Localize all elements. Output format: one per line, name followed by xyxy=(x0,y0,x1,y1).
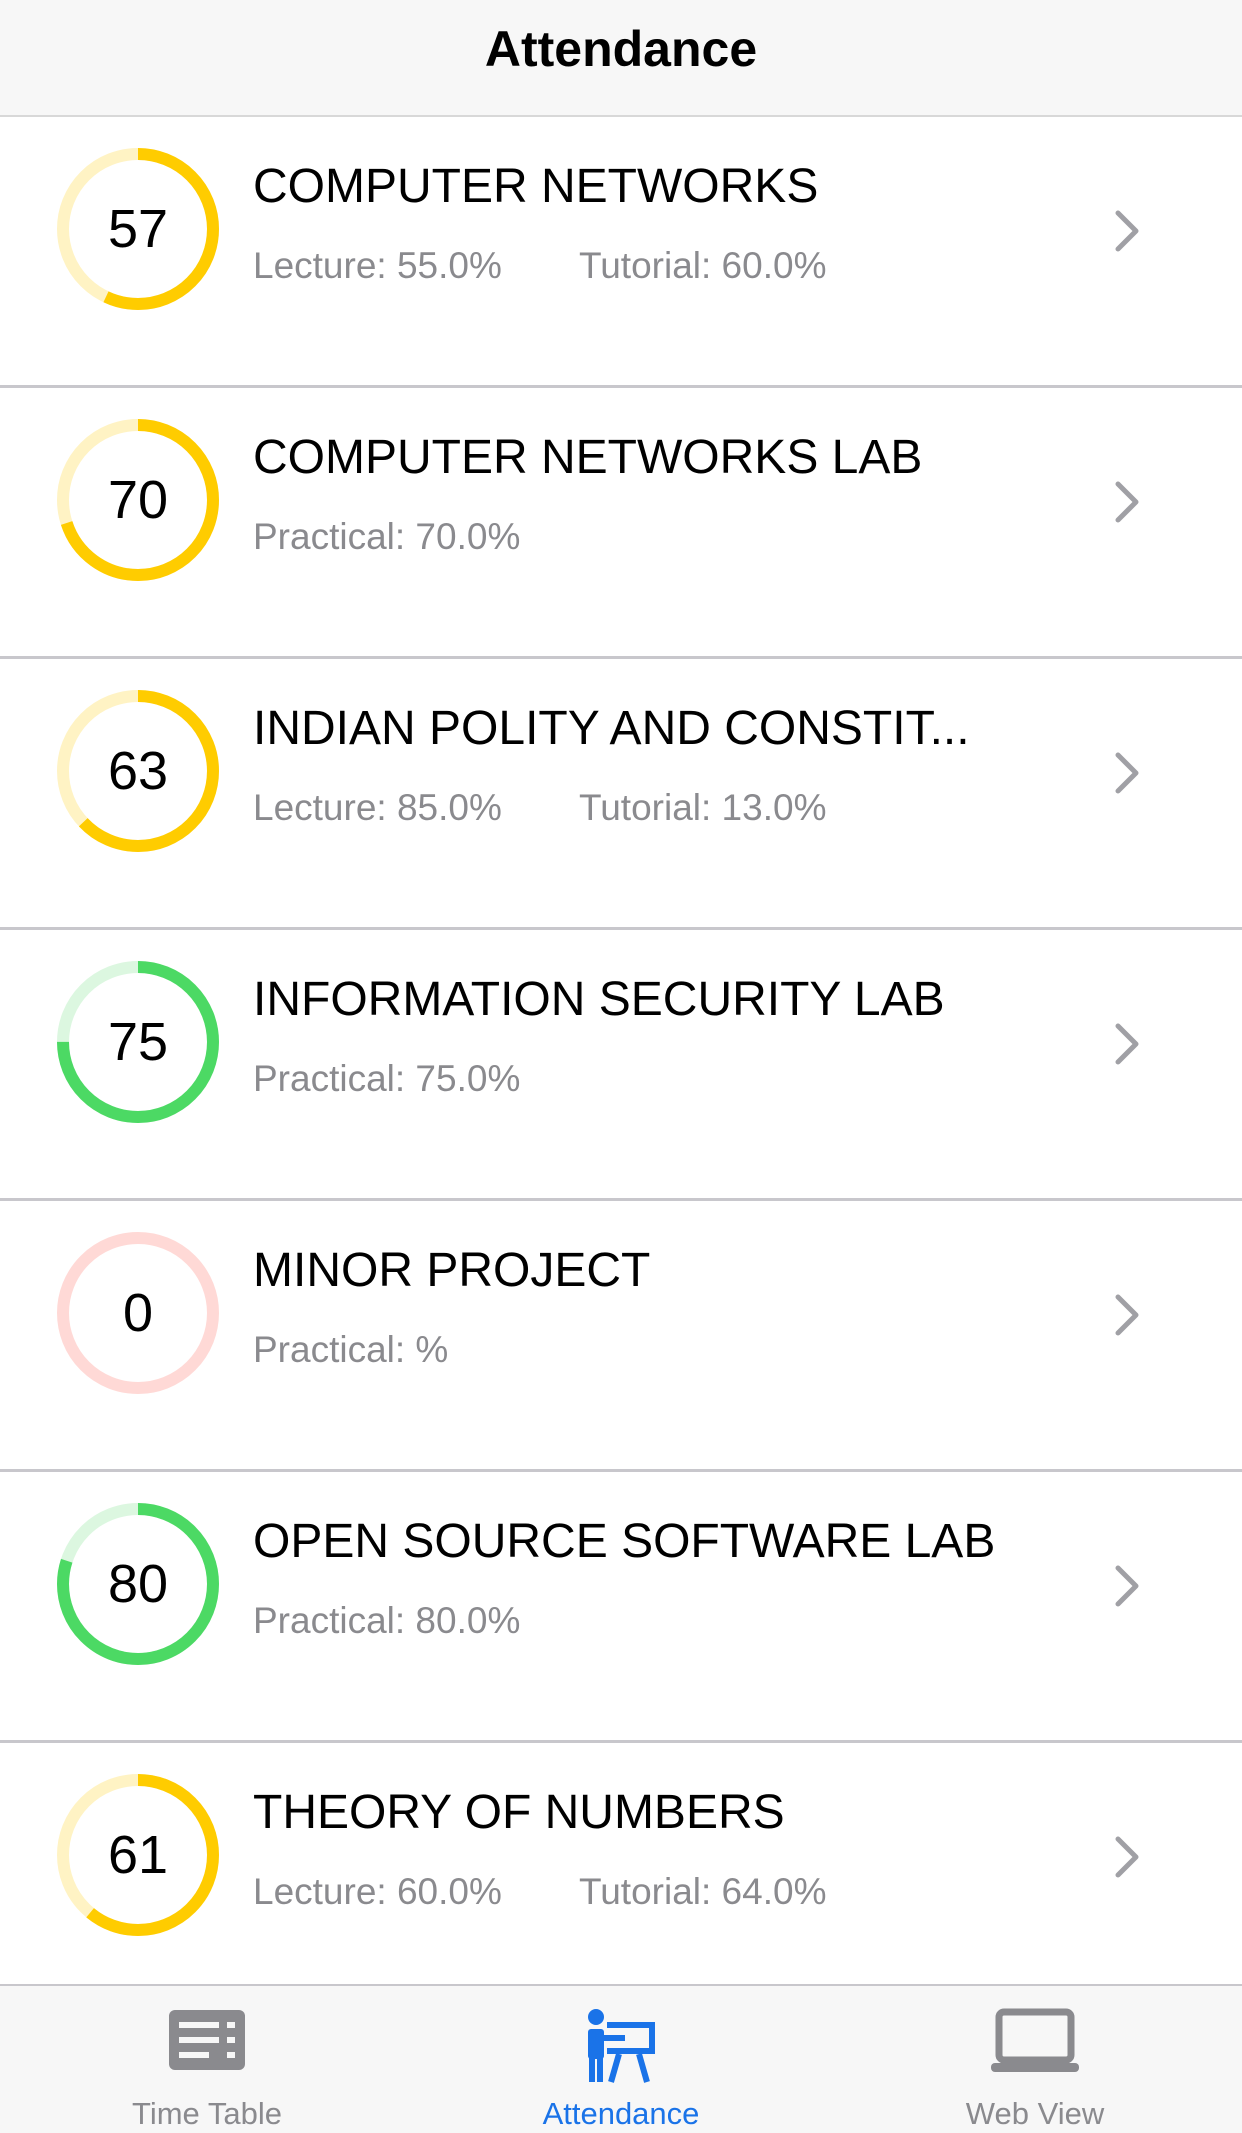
chevron-right-icon xyxy=(1114,1293,1140,1337)
attendance-ring: 63 xyxy=(54,687,222,855)
attendance-percent: 75 xyxy=(107,1012,169,1072)
attendance-row[interactable]: 80 OPEN SOURCE SOFTWARE LAB Practical: 80.… xyxy=(0,1472,1242,1743)
attendance-detail-primary: Practical: 75.0% xyxy=(253,1058,521,1099)
tab-label: Attendance xyxy=(542,2096,700,2131)
attendance-percent: 57 xyxy=(107,199,169,259)
subject-name: MINOR PROJECT xyxy=(253,1244,651,1297)
attendance-detail-primary: Lecture: 55.0% xyxy=(253,245,502,286)
attendance-ring: 61 xyxy=(54,1771,222,1939)
attendance-list: 57 COMPUTER NETWORKS Lecture: 55.0% Tutoria… xyxy=(0,117,1242,2014)
laptop-icon xyxy=(989,2008,1081,2079)
attendance-row[interactable]: 75 INFORMATION SECURITY LAB Practical: 75.… xyxy=(0,930,1242,1201)
attendance-detail-secondary: Tutorial: 13.0% xyxy=(579,787,827,828)
attendance-detail-primary: Practical: 70.0% xyxy=(253,516,521,557)
attendance-ring: 57 xyxy=(54,145,222,313)
subject-name: INDIAN POLITY AND CONSTIT... xyxy=(253,702,970,755)
attendance-detail-secondary: Tutorial: 60.0% xyxy=(579,245,827,286)
subject-name: THEORY OF NUMBERS xyxy=(253,1786,785,1839)
chevron-right-icon xyxy=(1114,1022,1140,1066)
chevron-right-icon xyxy=(1114,1564,1140,1608)
attendance-ring: 80 xyxy=(54,1500,222,1668)
chevron-right-icon xyxy=(1114,751,1140,795)
attendance-row[interactable]: 0 MINOR PROJECT Practical: % xyxy=(0,1201,1242,1472)
attendance-row[interactable]: 61 THEORY OF NUMBERS Lecture: 60.0% Tutoria… xyxy=(0,1743,1242,2014)
page-title: Attendance xyxy=(484,20,758,77)
attendance-detail-primary: Lecture: 85.0% xyxy=(253,787,502,828)
navigation-bar: Attendance xyxy=(0,0,1242,117)
subject-name: OPEN SOURCE SOFTWARE LAB xyxy=(253,1515,996,1568)
attendance-percent: 80 xyxy=(107,1554,169,1614)
attendance-percent: 63 xyxy=(107,741,169,801)
chevron-right-icon xyxy=(1114,1835,1140,1879)
attendance-detail-primary: Practical: 80.0% xyxy=(253,1600,521,1641)
tab-time-table[interactable]: Time Table xyxy=(0,1986,414,2133)
tab-bar: Time Table Attendance Web View xyxy=(0,1984,1242,2133)
attendance-percent: 0 xyxy=(122,1283,154,1343)
chevron-right-icon xyxy=(1114,209,1140,253)
tab-label: Web View xyxy=(965,2096,1105,2131)
attendance-detail-secondary: Tutorial: 64.0% xyxy=(579,1871,827,1912)
attendance-ring: 0 xyxy=(54,1229,222,1397)
tab-attendance[interactable]: Attendance xyxy=(414,1986,828,2133)
timetable-icon xyxy=(167,2008,247,2077)
attendance-ring: 70 xyxy=(54,416,222,584)
attendance-row[interactable]: 57 COMPUTER NETWORKS Lecture: 55.0% Tutoria… xyxy=(0,117,1242,388)
subject-name: INFORMATION SECURITY LAB xyxy=(253,973,945,1026)
attendance-percent: 61 xyxy=(107,1825,169,1885)
tab-web-view[interactable]: Web View xyxy=(828,1986,1242,2133)
attendance-detail-primary: Practical: % xyxy=(253,1329,449,1370)
attendance-row[interactable]: 70 COMPUTER NETWORKS LAB Practical: 70.0% xyxy=(0,388,1242,659)
tab-label: Time Table xyxy=(132,2096,282,2131)
presentation-icon xyxy=(583,2008,659,2089)
attendance-ring: 75 xyxy=(54,958,222,1126)
subject-name: COMPUTER NETWORKS LAB xyxy=(253,431,923,484)
attendance-detail-primary: Lecture: 60.0% xyxy=(253,1871,502,1912)
attendance-percent: 70 xyxy=(107,470,169,530)
chevron-right-icon xyxy=(1114,480,1140,524)
subject-name: COMPUTER NETWORKS xyxy=(253,160,819,213)
attendance-row[interactable]: 63 INDIAN POLITY AND CONSTIT... Lecture: 8… xyxy=(0,659,1242,930)
